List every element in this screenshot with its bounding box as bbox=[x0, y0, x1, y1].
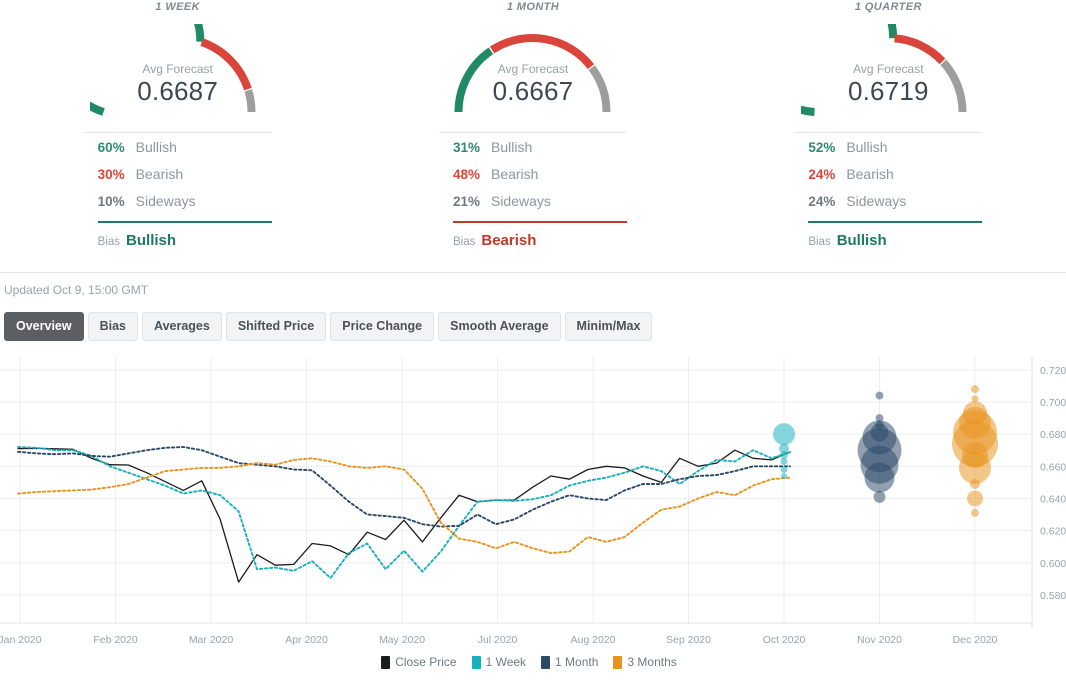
panel-stats: 31% Bullish 48% Bearish 21% Sideways Bia… bbox=[438, 132, 627, 249]
bullish-label: Bullish bbox=[490, 139, 533, 155]
stat-row-bearish: 48% Bearish bbox=[439, 160, 627, 187]
bias-label: Bias bbox=[808, 236, 831, 248]
svg-text:0.6400: 0.6400 bbox=[1040, 493, 1066, 505]
tab-price-change[interactable]: Price Change bbox=[330, 312, 435, 341]
sideways-label: Sideways bbox=[135, 193, 196, 209]
svg-text:Dec 2020: Dec 2020 bbox=[953, 634, 998, 646]
stat-row-sideways: 24% Sideways bbox=[794, 187, 982, 214]
stat-row-bullish: 52% Bullish bbox=[794, 133, 982, 160]
svg-text:Mar 2020: Mar 2020 bbox=[189, 634, 234, 646]
tab-bias[interactable]: Bias bbox=[87, 312, 138, 341]
forecast-panel-1-quarter: 1 QUARTER Avg Forecast 0.6719 52% Bullis… bbox=[711, 0, 1066, 272]
forecast-panel-1-month: 1 MONTH Avg Forecast 0.6667 31% Bullish … bbox=[355, 0, 710, 272]
bias-value: Bearish bbox=[481, 232, 537, 249]
panel-title: 1 MONTH bbox=[506, 1, 560, 13]
forecast-panel-1-week: 1 WEEK Avg Forecast 0.6687 60% Bullish 3… bbox=[0, 0, 355, 272]
svg-text:0.6000: 0.6000 bbox=[1040, 558, 1066, 570]
gauge-caption: Avg Forecast bbox=[497, 62, 569, 76]
legend-item[interactable]: 3 Months bbox=[613, 655, 677, 669]
svg-text:Jan 2020: Jan 2020 bbox=[0, 634, 42, 646]
svg-text:0.6600: 0.6600 bbox=[1040, 461, 1066, 473]
legend-swatch-icon bbox=[381, 655, 391, 669]
chart-legend: Close Price 1 Week 1 Month 3 Months bbox=[0, 655, 1066, 669]
bias-row: Bias Bullish bbox=[794, 223, 982, 249]
svg-text:Jul 2020: Jul 2020 bbox=[478, 634, 518, 646]
legend-label: 3 Months bbox=[627, 655, 677, 669]
gauge-1-month: Avg Forecast 0.6667 bbox=[445, 24, 620, 116]
forecast-chart: 0.7200 0.7000 0.6800 0.6600 0.6400 0.6200 0.60… bbox=[0, 353, 1066, 653]
tab-shifted-price[interactable]: Shifted Price bbox=[225, 312, 327, 341]
tab-overview[interactable]: Overview bbox=[4, 312, 84, 341]
legend-item[interactable]: 1 Month bbox=[541, 655, 598, 669]
forecast-panels: 1 WEEK Avg Forecast 0.6687 60% Bullish 3… bbox=[0, 0, 1066, 273]
legend-label: Close Price bbox=[395, 655, 457, 669]
stat-row-sideways: 10% Sideways bbox=[84, 187, 272, 214]
stat-row-bearish: 24% Bearish bbox=[794, 160, 982, 187]
svg-text:0.6200: 0.6200 bbox=[1040, 526, 1066, 538]
panel-stats: 52% Bullish 24% Bearish 24% Sideways Bia… bbox=[794, 132, 983, 249]
svg-text:Feb 2020: Feb 2020 bbox=[93, 634, 138, 646]
bias-row: Bias Bullish bbox=[84, 223, 272, 249]
panel-title: 1 WEEK bbox=[155, 1, 200, 13]
chart-canvas: 0.7200 0.7000 0.6800 0.6600 0.6400 0.6200 0.60… bbox=[0, 357, 1066, 646]
gauge-caption: Avg Forecast bbox=[142, 62, 213, 76]
updated-timestamp: Updated Oct 9, 15:00 GMT bbox=[4, 283, 149, 297]
gauge-1-week: Avg Forecast 0.6687 bbox=[90, 24, 265, 116]
svg-text:Oct 2020: Oct 2020 bbox=[763, 634, 806, 646]
bullish-percent: 52% bbox=[808, 140, 836, 155]
gauge-1-quarter: Avg Forecast 0.6719 bbox=[800, 24, 976, 116]
bullish-percent: 31% bbox=[452, 140, 481, 155]
legend-label: 1 Week bbox=[485, 655, 527, 669]
gauge-value: 0.6719 bbox=[847, 76, 929, 106]
svg-text:0.6800: 0.6800 bbox=[1040, 429, 1066, 441]
forecast-dashboard: 1 WEEK Avg Forecast 0.6687 60% Bullish 3… bbox=[0, 0, 1066, 682]
svg-text:0.7000: 0.7000 bbox=[1040, 397, 1066, 409]
stat-row-bearish: 30% Bearish bbox=[84, 160, 272, 187]
svg-text:Aug 2020: Aug 2020 bbox=[571, 634, 616, 646]
bearish-label: Bearish bbox=[846, 166, 894, 182]
tab-averages[interactable]: Averages bbox=[142, 312, 222, 341]
legend-item[interactable]: 1 Week bbox=[471, 655, 527, 669]
legend-swatch-icon bbox=[471, 655, 481, 669]
panel-title: 1 QUARTER bbox=[854, 1, 922, 13]
bearish-percent: 48% bbox=[452, 167, 481, 182]
sideways-percent: 24% bbox=[808, 194, 836, 209]
sideways-label: Sideways bbox=[490, 193, 551, 209]
stat-row-bullish: 60% Bullish bbox=[84, 133, 272, 160]
bearish-percent: 24% bbox=[808, 167, 836, 182]
bearish-label: Bearish bbox=[490, 166, 539, 182]
svg-text:0.5800: 0.5800 bbox=[1040, 590, 1066, 602]
sideways-label: Sideways bbox=[846, 193, 907, 209]
tab-minim-max[interactable]: Minim/Max bbox=[564, 312, 653, 341]
stat-row-sideways: 21% Sideways bbox=[439, 187, 627, 214]
bearish-percent: 30% bbox=[97, 167, 125, 182]
bullish-label: Bullish bbox=[846, 139, 888, 155]
svg-text:Sep 2020: Sep 2020 bbox=[666, 634, 711, 646]
svg-text:Apr 2020: Apr 2020 bbox=[285, 634, 328, 646]
legend-label: 1 Month bbox=[555, 655, 599, 669]
sideways-percent: 10% bbox=[97, 194, 125, 209]
bullish-percent: 60% bbox=[97, 140, 125, 155]
gauge-value: 0.6687 bbox=[137, 76, 219, 106]
bias-label: Bias bbox=[452, 236, 476, 248]
gauge-caption: Avg Forecast bbox=[853, 62, 924, 76]
svg-text:Nov 2020: Nov 2020 bbox=[857, 634, 902, 646]
bias-value: Bullish bbox=[836, 232, 887, 249]
sideways-percent: 21% bbox=[452, 194, 481, 209]
svg-text:0.7200: 0.7200 bbox=[1040, 365, 1066, 377]
panel-stats: 60% Bullish 30% Bearish 10% Sideways Bia… bbox=[83, 132, 272, 249]
gauge-value: 0.6667 bbox=[492, 76, 574, 106]
bearish-label: Bearish bbox=[135, 166, 184, 182]
bias-label: Bias bbox=[97, 236, 121, 248]
stat-row-bullish: 31% Bullish bbox=[439, 133, 627, 160]
bias-value: Bullish bbox=[126, 232, 177, 249]
legend-swatch-icon bbox=[613, 655, 623, 669]
bullish-label: Bullish bbox=[135, 139, 177, 155]
chart-tabs: Overview Bias Averages Shifted Price Price C… bbox=[0, 297, 1066, 341]
legend-swatch-icon bbox=[541, 655, 551, 669]
legend-item[interactable]: Close Price bbox=[381, 655, 457, 669]
svg-text:May 2020: May 2020 bbox=[379, 634, 425, 646]
tab-smooth-average[interactable]: Smooth Average bbox=[438, 312, 561, 341]
bias-row: Bias Bearish bbox=[439, 223, 627, 249]
